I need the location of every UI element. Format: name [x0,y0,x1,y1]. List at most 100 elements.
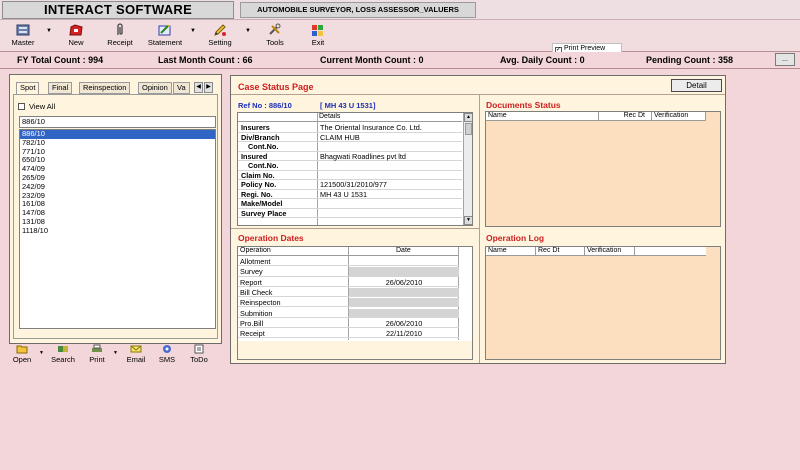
tab-scroll-right-icon[interactable]: ▶ [204,82,213,93]
setting-dropdown-arrow-icon[interactable]: ▼ [245,28,251,34]
detail-button[interactable]: Detail [671,79,722,92]
log-grid-header: Name Rec Dt Verification [486,247,706,256]
ref-list-item[interactable]: 161/08 [20,200,215,209]
details-row-key: Policy No. [241,180,277,189]
details-row[interactable]: Survey Place [238,209,462,218]
ref-list-item[interactable]: 782/10 [20,138,215,148]
details-row-value: The Oriental Insurance Co. Ltd. [320,123,422,132]
details-row-value: MH 43 U 1531 [320,189,368,199]
view-all-label: View All [29,102,56,111]
tab-valuation[interactable]: Va [173,82,190,94]
ref-list-item[interactable]: 1118/10 [20,226,215,236]
view-all-checkbox[interactable]: View All [18,102,55,111]
printer-icon [92,344,102,352]
details-row[interactable]: Cont.No. [238,161,462,171]
tools-button[interactable]: Tools [262,22,288,50]
statement-icon [158,25,171,36]
ref-list-item[interactable]: 147/08 [20,208,215,218]
operation-row[interactable]: Bill Check [238,287,459,298]
search-label: Search [51,355,75,364]
details-row-key: Insurers [241,123,270,132]
details-row[interactable]: Make/Model [238,199,462,209]
panel-vertical-divider [479,95,480,363]
operation-row[interactable]: Report 26/06/2010 [238,278,459,287]
ref-list[interactable]: 886/10 782/10 771/10 650/10 474/09 265/09 242/… [19,129,216,329]
operation-row[interactable]: Reinspecton [238,298,459,308]
statement-button[interactable]: Statement [144,22,186,50]
operation-row[interactable]: Survey [238,267,459,277]
open-button[interactable]: Open [11,344,33,364]
tools-label: Tools [266,38,284,47]
details-row[interactable]: Insured Bhagwati Roadlines pvt ltd [238,151,462,161]
app-subtitle: AUTOMOBILE SURVEYOR, LOSS ASSESSOR_VALUE… [240,2,476,18]
operation-name: Survey [240,267,263,277]
todo-icon [194,344,204,354]
exit-button[interactable]: Exit [306,22,330,50]
receipt-button[interactable]: Receipt [104,22,136,50]
operation-dates-grid[interactable]: Operation Date Allotment Survey Report 26/0… [237,246,473,360]
case-status-title: Case Status Page [238,82,314,92]
operation-row[interactable]: Submition [238,308,459,318]
tab-reinspection[interactable]: Reinspection [79,82,131,94]
sms-icon [163,345,171,353]
todo-button[interactable]: ToDo [185,344,213,364]
master-dropdown-arrow-icon[interactable]: ▼ [46,28,52,34]
setting-button[interactable]: Setting [204,22,236,50]
ref-list-item[interactable]: 771/10 [20,147,215,157]
operation-log-grid[interactable]: Name Rec Dt Verification [485,246,721,360]
search-button[interactable]: Search [49,344,77,364]
sms-button[interactable]: SMS [155,344,179,364]
details-row[interactable]: Div/Branch CLAIM HUB [238,133,462,142]
setting-label: Setting [208,38,232,47]
ref-list-item[interactable]: 232/09 [20,191,215,201]
scroll-up-icon[interactable]: ▲ [464,113,472,122]
scroll-thumb[interactable] [465,123,472,135]
operation-row[interactable]: Receipt 22/11/2010 [238,329,459,339]
details-row[interactable]: Insurers The Oriental Insurance Co. Ltd. [238,123,462,133]
tab-scroll-left-icon[interactable]: ◀ [194,82,203,93]
ref-list-item[interactable]: 650/10 [20,156,215,165]
exit-label: Exit [311,38,325,47]
email-icon [130,345,142,353]
details-row[interactable]: Regi. No. MH 43 U 1531 [238,189,462,199]
details-row[interactable]: Cont.No. [238,142,462,152]
open-label: Open [12,355,32,364]
open-dropdown-arrow-icon[interactable]: ▼ [39,350,44,356]
details-row[interactable]: Claim No. [238,171,462,180]
ref-list-item[interactable]: 474/09 [20,164,215,174]
documents-status-grid[interactable]: Name Rec Dt Verification [485,111,721,227]
details-row-key: Insured [241,151,268,161]
ref-search-input[interactable]: 886/10 [19,116,216,128]
operation-row[interactable]: Allotment [238,257,459,267]
scroll-down-icon[interactable]: ▼ [464,216,472,225]
more-button[interactable]: ... [775,53,795,66]
details-row[interactable]: Policy No. 121500/31/2010/977 [238,180,462,190]
operation-log-title: Operation Log [486,233,545,243]
operation-date [349,308,459,317]
email-label: Email [126,355,146,364]
ref-list-item[interactable]: 131/08 [20,217,215,227]
ref-list-item[interactable]: 265/09 [20,173,215,183]
email-button[interactable]: Email [123,344,149,364]
operation-name: Submition [240,308,273,318]
ref-number: Ref No : 886/10 [ MH 43 U 1531] [238,101,375,110]
ref-list-item[interactable]: 886/10 [20,129,215,139]
case-details-grid[interactable]: Details Insurers The Oriental Insurance C… [237,112,473,226]
log-recdt-header: Rec Dt [536,247,585,256]
details-row[interactable] [238,218,462,225]
master-button[interactable]: Master [6,22,40,50]
details-scrollbar[interactable]: ▲ ▼ [463,113,472,225]
ref-list-item[interactable]: 242/09 [20,182,215,192]
operation-name: Report [240,277,262,287]
avg-daily-count: Avg. Daily Count : 0 [500,55,585,65]
new-button[interactable]: New [62,22,90,50]
statement-dropdown-arrow-icon[interactable]: ▼ [190,28,196,34]
new-icon [69,24,83,36]
tab-final[interactable]: Final [48,82,73,94]
tab-opinion[interactable]: Opinion [138,82,172,94]
print-button[interactable]: Print [85,344,109,364]
print-dropdown-arrow-icon[interactable]: ▼ [113,350,118,356]
details-grid-header: Details [238,113,462,122]
operation-row[interactable]: Pro.Bill 26/06/2010 [238,319,459,329]
ref-number-label: Ref No : 886/10 [238,101,292,110]
